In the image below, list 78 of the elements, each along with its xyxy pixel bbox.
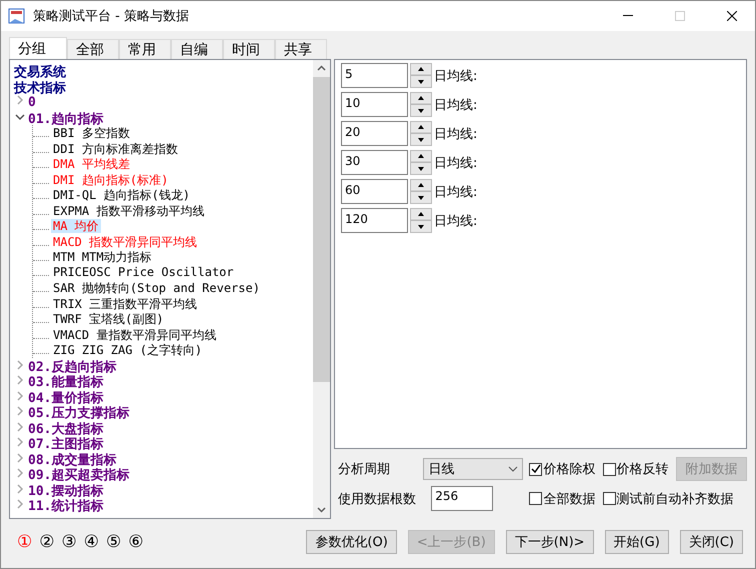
checkbox[interactable]: 测试前自动补齐数据 (602, 490, 747, 508)
tree-item[interactable]: 03.能量指标 (28, 375, 104, 390)
tree-item[interactable]: 技术指标 (14, 80, 66, 96)
field-label: 日均线: (434, 154, 478, 172)
tree-item[interactable]: PRICEOSC Price Oscillator (51, 264, 236, 278)
caret-icon (508, 466, 518, 472)
spinner-icon[interactable] (410, 150, 432, 175)
count-field[interactable]: 256 (431, 486, 494, 511)
number-field[interactable]: 5 (341, 63, 408, 88)
number-field[interactable]: 10 (341, 92, 408, 117)
tree-item[interactable]: SAR 抛物转向(Stop and Reverse) (51, 281, 262, 295)
checkbox[interactable]: 价格除权 (529, 460, 596, 478)
tree-item[interactable]: 01.趋向指标 (28, 112, 104, 126)
tree-item[interactable]: MACD 指数平滑异同平均线 (51, 234, 200, 248)
app-icon (7, 6, 27, 26)
tab[interactable]: 常用 (119, 39, 171, 59)
window-title: 策略测试平台 - 策略与数据 (33, 8, 190, 25)
spinner-icon[interactable] (410, 121, 432, 146)
step-indicator[interactable]: ⑤ (106, 532, 122, 552)
field-label: 日均线: (434, 212, 478, 230)
count-label: 使用数据根数 (338, 490, 417, 508)
tree-item[interactable]: 交易系统 (14, 65, 66, 80)
scrollbar[interactable] (313, 60, 330, 518)
spinner-icon[interactable] (410, 63, 432, 88)
number-field[interactable]: 120 (341, 208, 408, 233)
tree-item[interactable]: 0 (28, 95, 36, 110)
field-label: 日均线: (434, 68, 478, 84)
tree-item[interactable]: DDI 方向标准离差指数 (51, 142, 180, 156)
number-field[interactable]: 60 (341, 179, 408, 204)
tree-item[interactable]: 02.反趋向指标 (28, 360, 116, 374)
tab[interactable]: 全部 (67, 39, 119, 59)
tree-item[interactable]: ZIG ZIG ZAG (之字转向) (51, 343, 204, 357)
tree-item[interactable]: EXPMA 指数平滑移动平均线 (51, 204, 206, 218)
field-label: 日均线: (434, 126, 478, 142)
tab[interactable]: 分组 (9, 37, 67, 59)
tree-item[interactable]: VMACD 量指数平滑异同平均线 (51, 328, 218, 342)
tab[interactable]: 时间 (223, 39, 275, 59)
step-indicator[interactable]: ② (39, 532, 54, 552)
tree-item[interactable]: MTM MTM动力指标 (51, 250, 154, 264)
number-field[interactable]: 20 (341, 121, 408, 146)
field-label: 日均线: (434, 184, 478, 200)
tree-item[interactable]: DMI 趋向指标(标准) (51, 172, 170, 186)
tree-item[interactable]: 10.摆动指标 (28, 484, 104, 498)
tab[interactable]: 自编 (171, 39, 223, 59)
field-label: 日均线: (434, 96, 478, 114)
tree-item[interactable]: 05.压力支撑指标 (28, 406, 130, 421)
dialog-button[interactable]: 开始(G) (604, 530, 669, 554)
spinner-icon[interactable] (410, 208, 432, 233)
period-label: 分析周期 (338, 461, 391, 478)
tree-item[interactable]: 04.量价指标 (28, 390, 104, 406)
dialog-button[interactable]: 下一步(N)> (506, 530, 594, 554)
tree-item[interactable]: TWRF 宝塔线(副图) (51, 312, 166, 326)
dialog-button[interactable]: 参数优化(O) (306, 530, 397, 554)
tree-item[interactable]: 07.主图指标 (28, 437, 104, 452)
tree-item[interactable]: 09.超买超卖指标 (28, 468, 130, 483)
step-indicator[interactable]: ④ (84, 532, 99, 552)
spinner-icon[interactable] (410, 92, 432, 117)
tree-item[interactable]: 11.统计指标 (28, 499, 104, 514)
close-icon[interactable] (727, 11, 737, 21)
checkbox[interactable]: 全部数据 (529, 490, 596, 508)
step-indicator[interactable]: ① (17, 532, 32, 552)
tree-item[interactable]: 08.成交量指标 (28, 452, 116, 468)
number-field[interactable]: 30 (341, 150, 408, 175)
tree-item[interactable]: BBI 多空指数 (51, 126, 132, 140)
step-indicator[interactable]: ⑥ (128, 532, 144, 552)
spinner-icon[interactable] (410, 179, 432, 204)
tree-item[interactable]: DMA 平均线差 (51, 157, 132, 171)
tree-item[interactable]: 06.大盘指标 (28, 422, 104, 436)
period-dropdown[interactable]: 日线 (423, 458, 524, 480)
step-indicator[interactable]: ③ (62, 532, 77, 552)
tree-item[interactable]: TRIX 三重指数平滑平均线 (51, 296, 200, 310)
checkbox[interactable]: 价格反转 (602, 460, 670, 478)
tree-item[interactable]: DMI-QL 趋向指标(钱龙) (51, 188, 192, 202)
maximize-icon[interactable] (675, 11, 685, 21)
minimize-icon[interactable] (623, 15, 633, 17)
tab[interactable]: 共享 (275, 39, 327, 59)
check-icon (530, 464, 541, 474)
dialog-button[interactable]: 关闭(C) (680, 530, 743, 554)
